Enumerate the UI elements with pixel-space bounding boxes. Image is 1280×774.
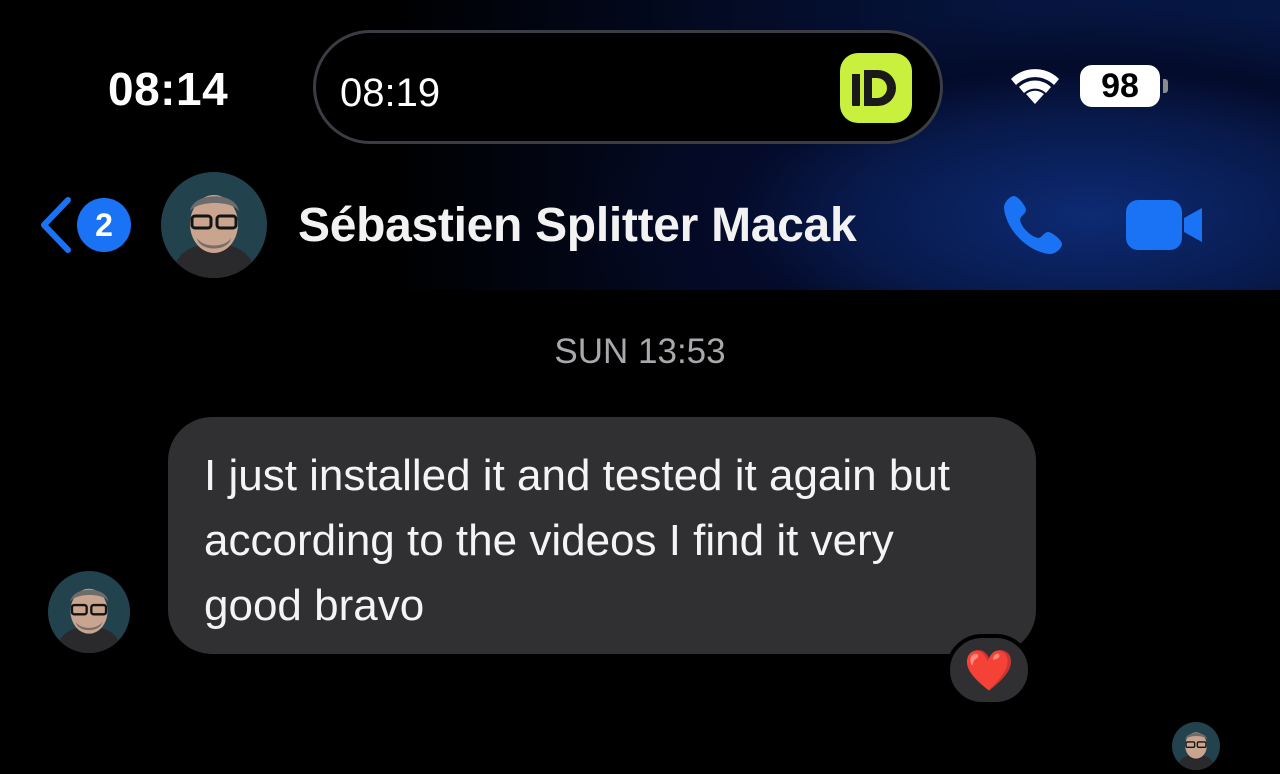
wifi-icon <box>1004 64 1066 108</box>
battery-cap <box>1163 79 1168 93</box>
heart-reaction[interactable]: ❤️ <box>946 634 1032 706</box>
chevron-left-icon[interactable] <box>38 196 74 254</box>
sender-avatar[interactable] <box>48 571 130 653</box>
status-bar-time: 08:14 <box>108 63 229 115</box>
contact-name[interactable]: Sébastien Splitter Macak <box>298 198 857 253</box>
island-timer: 08:19 <box>340 71 441 115</box>
message-timestamp: SUN 13:53 <box>554 332 726 371</box>
chat-screen: 08:14 08:19 98 2 Sébastien Splitter Maca… <box>0 0 1280 774</box>
message-bubble[interactable]: I just installed it and tested it again … <box>168 417 1036 654</box>
unread-count-badge[interactable]: 2 <box>77 198 131 252</box>
video-camera-icon[interactable] <box>1124 198 1204 252</box>
id-app-icon <box>840 53 912 123</box>
battery-icon: 98 <box>1080 65 1160 107</box>
contact-avatar[interactable] <box>161 172 267 278</box>
dynamic-island[interactable]: 08:19 <box>313 30 943 144</box>
message-text: I just installed it and tested it again … <box>204 451 951 630</box>
read-receipt-avatar <box>1172 722 1220 770</box>
phone-icon[interactable] <box>1000 192 1066 258</box>
